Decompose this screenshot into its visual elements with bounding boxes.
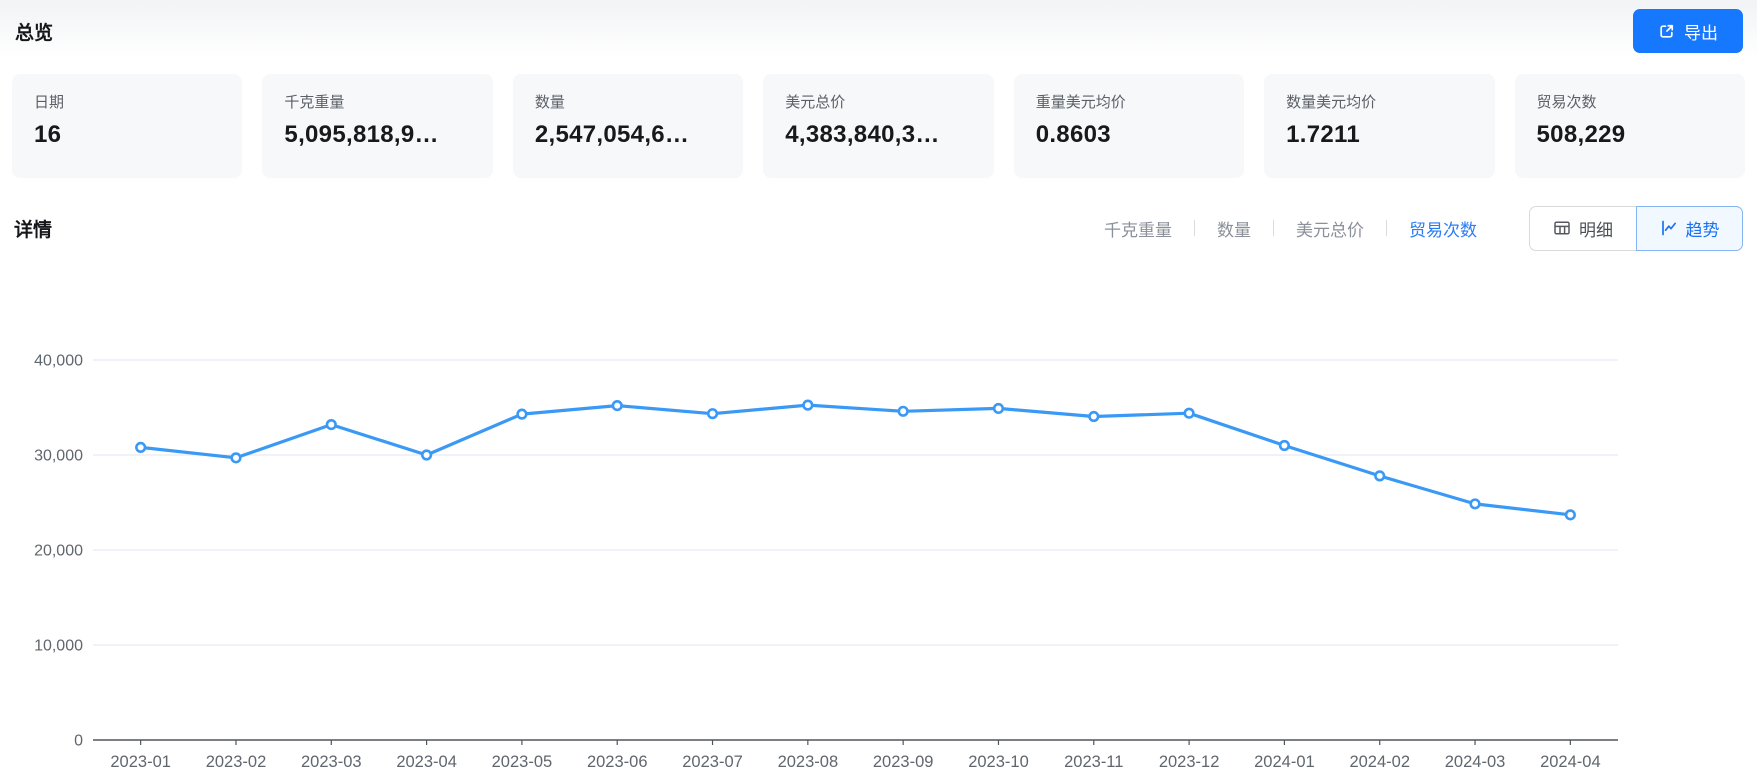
table-icon	[1553, 219, 1571, 237]
svg-text:2023-08: 2023-08	[778, 753, 839, 771]
svg-text:2023-11: 2023-11	[1064, 753, 1123, 771]
stat-card-usd-total: 美元总价 4,383,840,3…	[763, 74, 993, 178]
detail-title: 详情	[14, 215, 52, 242]
svg-text:40,000: 40,000	[34, 353, 83, 370]
data-point-2023-02	[232, 454, 241, 463]
tab-separator	[1194, 220, 1195, 236]
svg-text:2024-02: 2024-02	[1349, 753, 1410, 771]
data-point-2023-09	[899, 407, 908, 416]
svg-text:20,000: 20,000	[34, 543, 83, 560]
stat-card-trade-count: 贸易次数 508,229	[1515, 74, 1745, 178]
page-header: 总览 导出	[0, 0, 1757, 74]
stat-value: 1.7211	[1286, 121, 1472, 149]
svg-text:2023-10: 2023-10	[968, 753, 1029, 771]
trend-line-chart: 0 10,000 20,000 30,000 40,000 2023-01 2023-02 2…	[0, 301, 1757, 781]
tab-usd-total[interactable]: 美元总价	[1290, 216, 1370, 241]
svg-text:30,000: 30,000	[34, 448, 83, 465]
trend-view-label: 趋势	[1686, 216, 1720, 241]
stat-value: 5,095,818,9…	[284, 121, 470, 149]
data-point-2023-08	[804, 401, 813, 410]
export-button-label: 导出	[1684, 19, 1718, 44]
data-point-2023-03	[327, 420, 336, 429]
svg-text:2023-12: 2023-12	[1159, 753, 1220, 771]
stat-card-weight-avg-price: 重量美元均价 0.8603	[1014, 74, 1244, 178]
data-point-2024-01	[1280, 441, 1289, 450]
data-point-2024-02	[1375, 472, 1384, 481]
stat-label: 重量美元均价	[1036, 91, 1222, 112]
stat-label: 美元总价	[785, 91, 971, 112]
svg-text:2023-07: 2023-07	[682, 753, 743, 771]
data-point-2023-07	[708, 409, 717, 418]
svg-text:2024-03: 2024-03	[1445, 753, 1506, 771]
view-toggle-group: 明细 趋势	[1529, 206, 1743, 251]
svg-text:0: 0	[74, 733, 83, 750]
svg-text:2023-01: 2023-01	[110, 753, 171, 771]
stat-card-kg-weight: 千克重量 5,095,818,9…	[262, 74, 492, 178]
svg-text:2024-01: 2024-01	[1254, 753, 1315, 771]
tab-trade-count[interactable]: 贸易次数	[1403, 216, 1483, 241]
data-point-2023-01	[136, 443, 145, 452]
metric-tabs: 千克重量 数量 美元总价 贸易次数	[1098, 216, 1483, 241]
svg-text:2023-04: 2023-04	[396, 753, 457, 771]
stat-label: 千克重量	[284, 91, 470, 112]
data-point-2023-06	[613, 401, 622, 410]
data-point-2024-04	[1566, 511, 1575, 520]
stat-label: 日期	[34, 91, 220, 112]
detail-header-row: 详情 千克重量 数量 美元总价 贸易次数 明细	[14, 178, 1743, 278]
svg-text:10,000: 10,000	[34, 638, 83, 655]
data-point-2023-10	[994, 404, 1003, 413]
detail-view-button[interactable]: 明细	[1529, 206, 1636, 251]
stat-value: 4,383,840,3…	[785, 121, 971, 149]
trend-chart-area: 0 10,000 20,000 30,000 40,000 2023-01 2023-02 2…	[0, 301, 1757, 781]
data-point-2023-04	[422, 451, 431, 460]
svg-text:2023-02: 2023-02	[206, 753, 267, 771]
svg-text:2023-05: 2023-05	[492, 753, 553, 771]
tab-separator	[1273, 220, 1274, 236]
stat-label: 数量美元均价	[1286, 91, 1472, 112]
stat-label: 数量	[535, 91, 721, 112]
data-point-2023-05	[518, 410, 527, 419]
tab-separator	[1386, 220, 1387, 236]
tab-kg-weight[interactable]: 千克重量	[1098, 216, 1178, 241]
stat-label: 贸易次数	[1537, 91, 1723, 112]
stat-value: 16	[34, 121, 220, 149]
export-icon	[1658, 23, 1675, 40]
export-button[interactable]: 导出	[1633, 9, 1743, 53]
svg-text:2024-04: 2024-04	[1540, 753, 1601, 771]
stat-card-row: 日期 16 千克重量 5,095,818,9… 数量 2,547,054,6… …	[12, 74, 1745, 178]
detail-controls: 千克重量 数量 美元总价 贸易次数 明细	[1098, 206, 1743, 251]
detail-view-label: 明细	[1579, 216, 1613, 241]
svg-text:2023-03: 2023-03	[301, 753, 362, 771]
data-point-2023-11	[1089, 412, 1098, 421]
data-point-2024-03	[1471, 500, 1480, 509]
page-title: 总览	[15, 18, 53, 45]
stat-value: 508,229	[1537, 121, 1723, 149]
stat-card-qty-avg-price: 数量美元均价 1.7211	[1264, 74, 1494, 178]
data-point-2023-12	[1185, 409, 1194, 418]
svg-text:2023-06: 2023-06	[587, 753, 648, 771]
svg-text:2023-09: 2023-09	[873, 753, 934, 771]
stat-value: 2,547,054,6…	[535, 121, 721, 149]
stat-value: 0.8603	[1036, 121, 1222, 149]
trend-view-button[interactable]: 趋势	[1636, 206, 1743, 251]
stat-card-quantity: 数量 2,547,054,6…	[513, 74, 743, 178]
tab-quantity[interactable]: 数量	[1211, 216, 1257, 241]
line-chart-icon	[1660, 219, 1678, 237]
stat-card-date: 日期 16	[12, 74, 242, 178]
